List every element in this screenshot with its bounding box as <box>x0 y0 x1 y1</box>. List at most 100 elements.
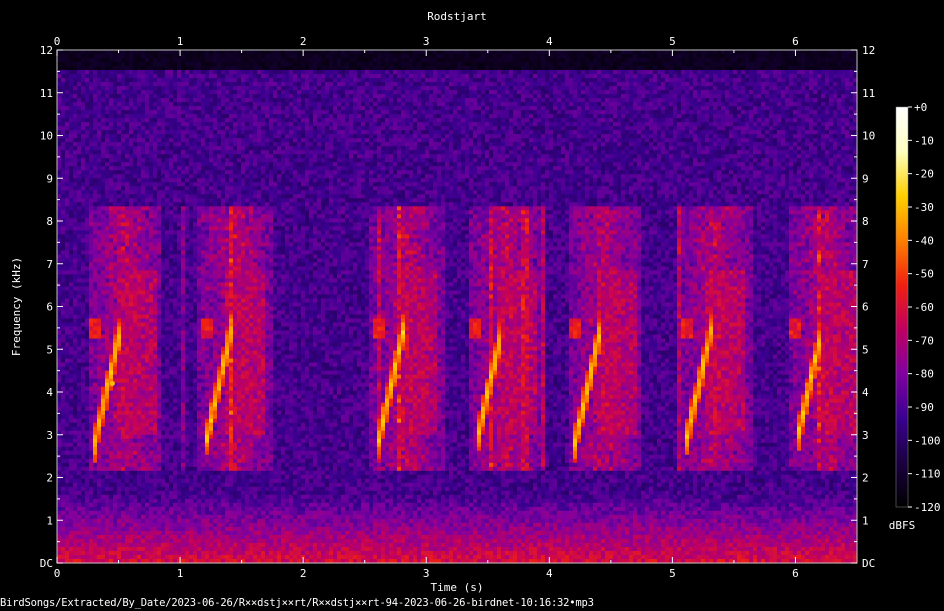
spectrogram-cell <box>205 262 210 267</box>
spectrogram-cell <box>129 463 134 468</box>
spectrogram-cell <box>173 379 178 384</box>
spectrogram-cell <box>201 355 206 360</box>
spectrogram-cell <box>157 483 162 488</box>
spectrogram-cell <box>73 491 78 496</box>
spectrogram-cell <box>141 190 146 195</box>
spectrogram-cell <box>201 435 206 440</box>
spectrogram-cell <box>89 238 94 243</box>
spectrogram-cell <box>77 523 82 528</box>
spectrogram-cell <box>133 407 138 412</box>
spectrogram-cell <box>165 431 170 436</box>
spectrogram-cell <box>205 138 210 143</box>
spectrogram-cell <box>65 443 70 448</box>
spectrogram-cell <box>77 246 82 251</box>
spectrogram-cell <box>165 174 170 179</box>
spectrogram-cell <box>61 359 66 364</box>
spectrogram-cell <box>149 50 154 55</box>
spectrogram-cell <box>197 206 202 211</box>
spectrogram-cell <box>145 403 150 408</box>
spectrogram-cell <box>113 106 118 111</box>
spectrogram-cell <box>117 515 122 520</box>
spectrogram-cell <box>69 202 74 207</box>
spectrogram-cell <box>73 114 78 119</box>
spectrogram-cell <box>201 218 206 223</box>
spectrogram-cell <box>89 214 94 219</box>
spectrogram-cell <box>113 491 118 496</box>
spectrogram-cell <box>197 114 202 119</box>
spectrogram-cell <box>129 118 134 123</box>
spectrogram-cell <box>133 146 138 151</box>
spectrogram-cell <box>65 86 70 91</box>
spectrogram-cell <box>69 138 74 143</box>
spectrogram-cell <box>129 250 134 255</box>
spectrogram-cell <box>161 290 166 295</box>
spectrogram-cell <box>137 379 142 384</box>
spectrogram-cell <box>105 455 110 460</box>
spectrogram-cell <box>69 186 74 191</box>
spectrogram-cell <box>185 250 190 255</box>
spectrogram-cell <box>109 246 114 251</box>
spectrogram-cell <box>149 507 154 512</box>
spectrogram-cell <box>185 355 190 360</box>
spectrogram-cell <box>85 190 90 195</box>
spectrogram-cell <box>85 475 90 480</box>
spectrogram-cell <box>209 547 214 552</box>
spectrogram-cell <box>85 399 90 404</box>
spectrogram-cell <box>81 154 86 159</box>
spectrogram-cell <box>149 435 154 440</box>
spectrogram-cell <box>85 78 90 83</box>
spectrogram-cell <box>209 327 214 332</box>
spectrogram-cell <box>173 130 178 135</box>
spectrogram-cell <box>81 62 86 67</box>
spectrogram-cell <box>177 186 182 191</box>
spectrogram-cell <box>157 311 162 316</box>
spectrogram-cell <box>181 186 186 191</box>
spectrogram-cell <box>89 343 94 348</box>
spectrogram-cell <box>73 178 78 183</box>
spectrogram-cell <box>121 423 126 428</box>
spectrogram-cell <box>57 483 62 488</box>
spectrogram-cell <box>121 351 126 356</box>
spectrogram-cell <box>101 302 106 307</box>
spectrogram-cell <box>189 339 194 344</box>
spectrogram-cell <box>61 435 66 440</box>
spectrogram-cell <box>61 66 66 71</box>
spectrogram-cell <box>189 331 194 336</box>
spectrogram-cell <box>61 519 66 524</box>
spectrogram-cell <box>157 471 162 476</box>
spectrogram-cell <box>161 58 166 63</box>
spectrogram-cell <box>185 78 190 83</box>
spectrogram-cell <box>77 319 82 324</box>
spectrogram-cell <box>97 110 102 115</box>
spectrogram-cell <box>189 475 194 480</box>
spectrogram-cell <box>173 206 178 211</box>
spectrogram-cell <box>169 551 174 556</box>
spectrogram-cell <box>205 351 210 356</box>
spectrogram-cell <box>65 307 70 312</box>
spectrogram-cell <box>189 511 194 516</box>
spectrogram-cell <box>93 423 98 428</box>
spectrogram-cell <box>201 226 206 231</box>
spectrogram-cell <box>113 110 118 115</box>
spectrogram-cell <box>93 311 98 316</box>
spectrogram-cell <box>105 383 110 388</box>
spectrogram-cell <box>125 266 130 271</box>
spectrogram-cell <box>193 126 198 131</box>
spectrogram-cell <box>121 391 126 396</box>
spectrogram-cell <box>97 523 102 528</box>
spectrogram-cell <box>161 130 166 135</box>
spectrogram-cell <box>177 110 182 115</box>
spectrogram-cell <box>101 226 106 231</box>
spectrogram-cell <box>145 242 150 247</box>
spectrogram-cell <box>129 238 134 243</box>
spectrogram-cell <box>105 54 110 59</box>
spectrogram-cell <box>105 391 110 396</box>
spectrogram-cell <box>185 359 190 364</box>
spectrogram-cell <box>105 126 110 131</box>
spectrogram-cell <box>189 435 194 440</box>
spectrogram-cell <box>61 138 66 143</box>
spectrogram-cell <box>129 495 134 500</box>
spectrogram-cell <box>205 154 210 159</box>
spectrogram-cell <box>201 439 206 444</box>
spectrogram-cell <box>133 355 138 360</box>
